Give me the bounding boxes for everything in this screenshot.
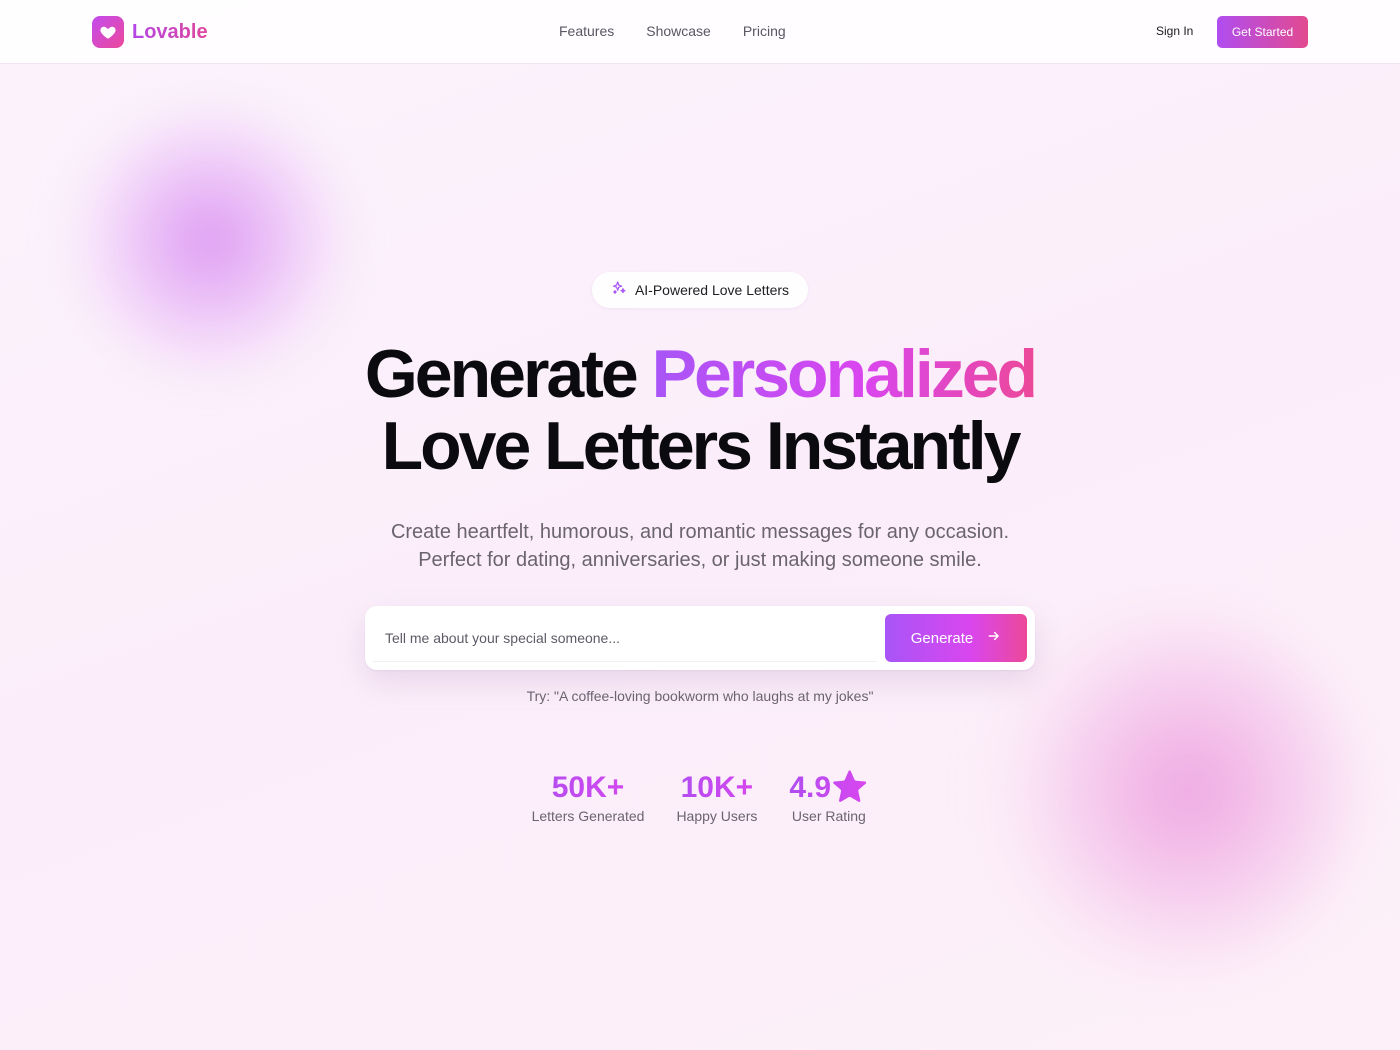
stat-letters: 50K+ Letters Generated (532, 770, 645, 824)
stat-value: 50K+ (532, 770, 645, 806)
prompt-example-hint: Try: "A coffee-loving bookworm who laugh… (526, 688, 874, 704)
stat-users: 10K+ Happy Users (676, 770, 757, 824)
nav-links: Features Showcase Pricing (559, 23, 786, 39)
hero-subtitle: Create heartfelt, humorous, and romantic… (0, 518, 1400, 574)
brand-logo[interactable]: Lovable (92, 16, 208, 48)
nav-link-features[interactable]: Features (559, 23, 614, 39)
badge-label: AI-Powered Love Letters (634, 282, 790, 298)
stat-value: 10K+ (676, 770, 757, 806)
arrow-right-icon (987, 629, 1001, 647)
stats-row: 50K+ Letters Generated 10K+ Happy Users … (0, 770, 1400, 824)
stat-label: Letters Generated (531, 808, 645, 824)
hero-headline: Generate Personalized Love Letters Insta… (0, 338, 1400, 482)
heart-icon (92, 16, 124, 48)
nav-link-pricing[interactable]: Pricing (743, 23, 786, 39)
stat-label: Happy Users (676, 808, 758, 824)
brand-name: Lovable (132, 20, 208, 43)
generate-button-label: Generate (910, 629, 974, 647)
generate-button[interactable]: Generate (885, 614, 1027, 662)
prompt-card: Generate (365, 606, 1035, 670)
stat-value: 4.9⭐ (789, 771, 869, 804)
stat-label: User Rating (791, 808, 866, 824)
sparkles-icon (611, 280, 627, 300)
headline-highlight: Personalized (651, 336, 1038, 412)
prompt-input[interactable] (373, 614, 877, 662)
headline-part-1: Generate (364, 336, 652, 412)
headline-part-2: Love Letters Instantly (381, 408, 1022, 484)
top-navbar: Lovable Features Showcase Pricing Sign I… (0, 0, 1400, 64)
sign-in-link[interactable]: Sign In (1156, 24, 1193, 38)
subtitle-line-1: Create heartfelt, humorous, and romantic… (390, 521, 1010, 543)
hero-badge: AI-Powered Love Letters (592, 272, 808, 308)
stat-rating: 4.9⭐ User Rating (789, 770, 868, 824)
subtitle-line-2: Perfect for dating, anniversaries, or ju… (418, 549, 982, 571)
nav-link-showcase[interactable]: Showcase (646, 23, 711, 39)
get-started-button[interactable]: Get Started (1217, 16, 1308, 48)
